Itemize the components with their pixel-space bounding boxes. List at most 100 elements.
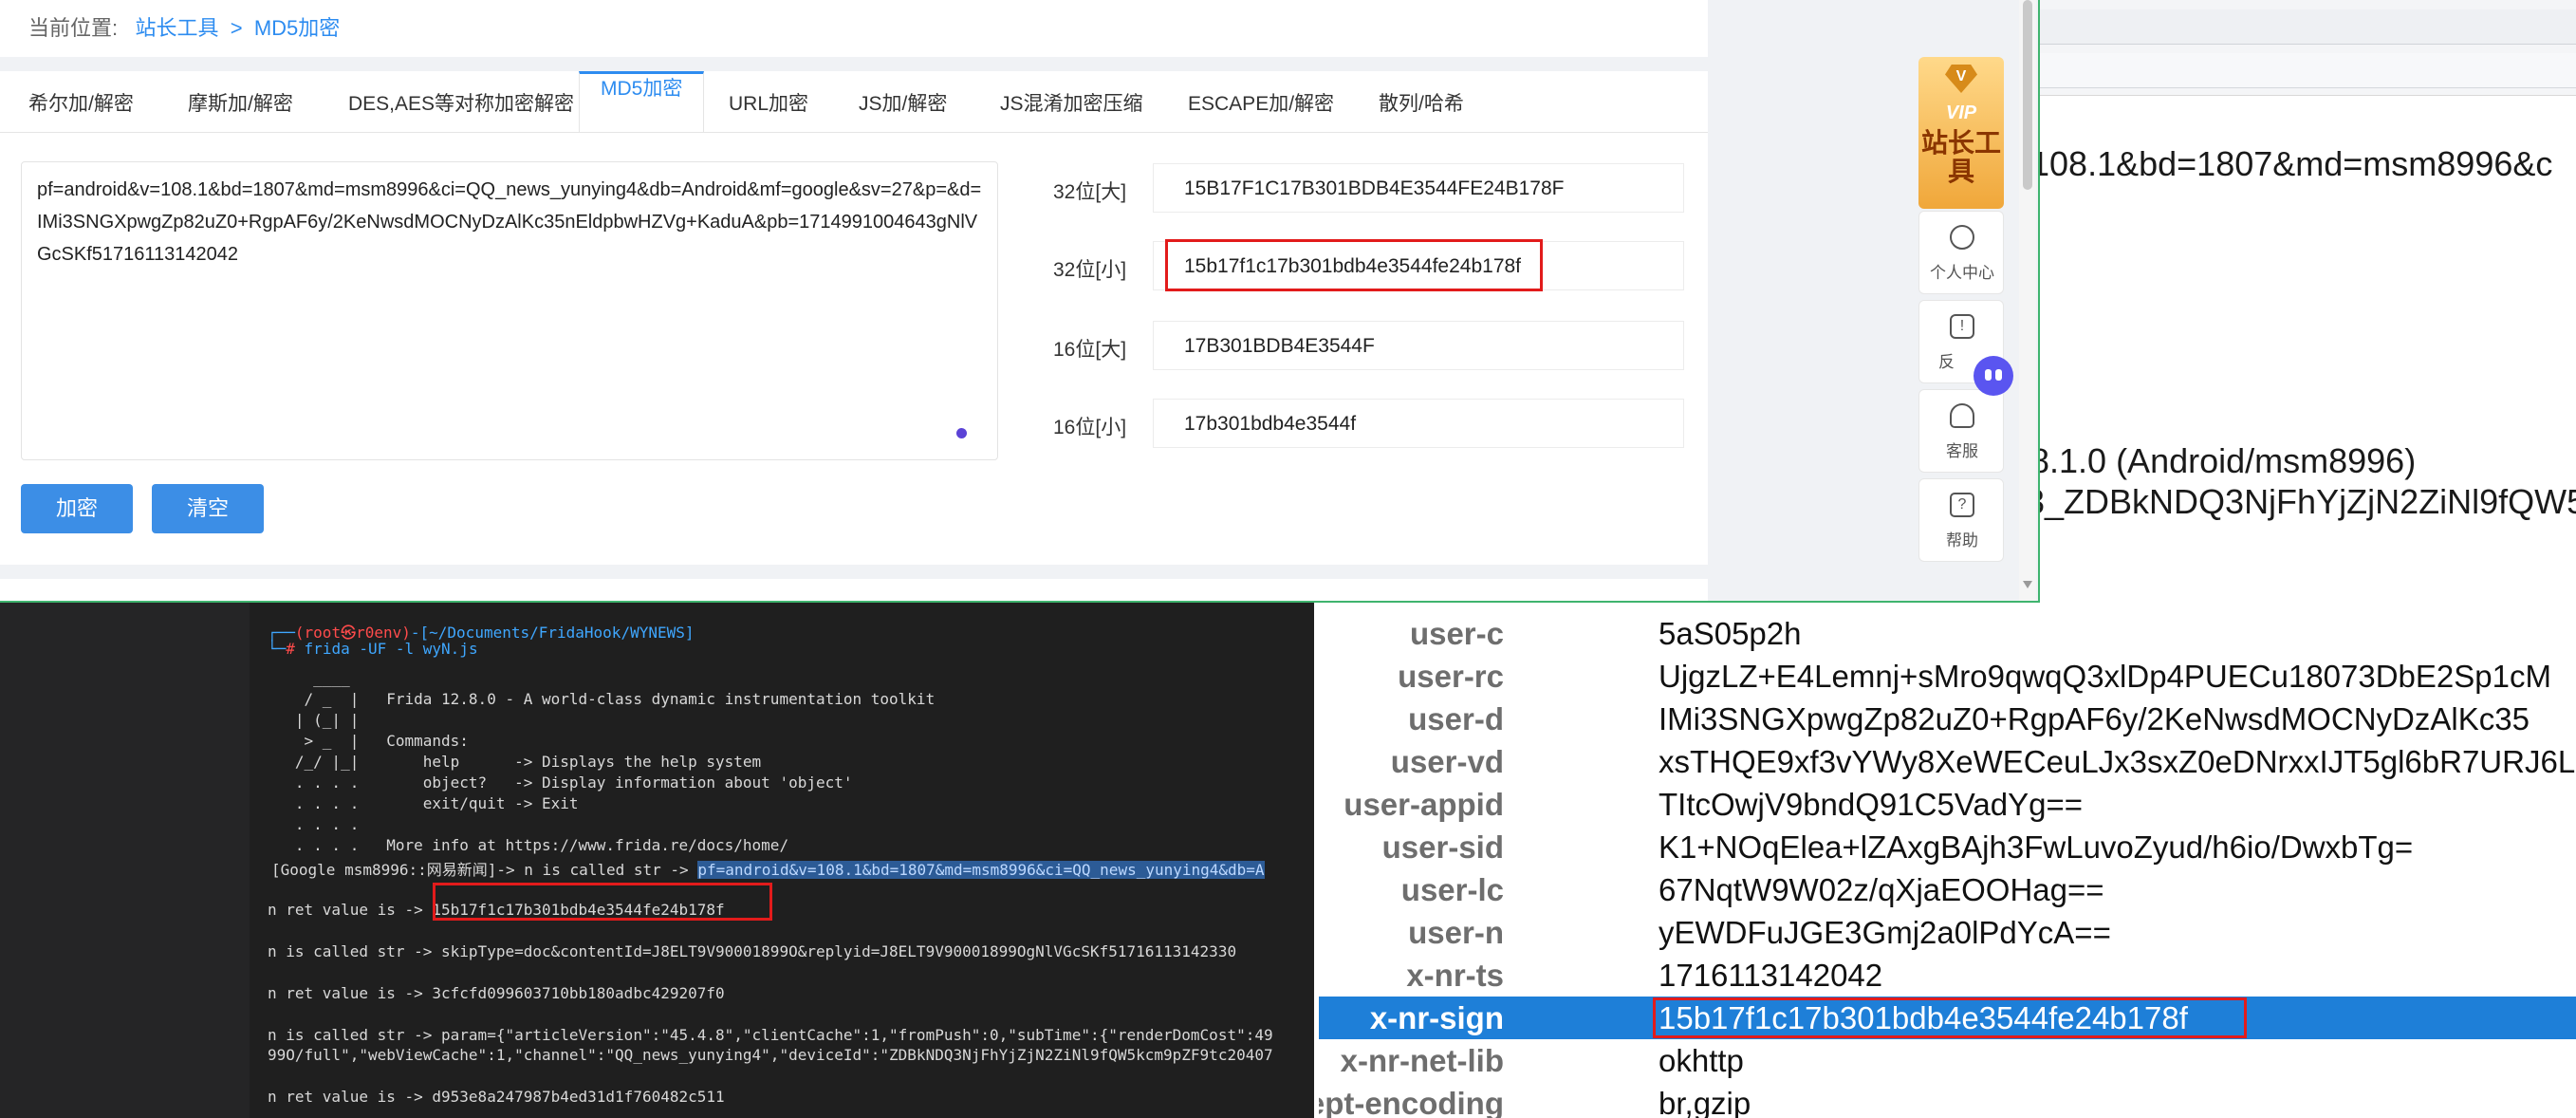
header-row[interactable]: user-c 5aS05p2h xyxy=(1319,612,2576,655)
tab-js[interactable]: JS加/解密 xyxy=(859,71,947,132)
header-value: K1+NOqElea+lZAxgBAjh3FwLuvoZyud/h6io/Dwx… xyxy=(1659,829,2414,865)
terminal-call-line: [Google msm8996::网易新闻]-> n is called str… xyxy=(271,861,1265,879)
header-key: x-nr-sign xyxy=(1369,1000,1504,1035)
sidebar-label: 客服 xyxy=(1946,442,1978,460)
breadcrumb-current[interactable]: MD5加密 xyxy=(254,16,340,40)
header-row[interactable]: user-lc 67NqtW9W02z/qXjaEOOHag== xyxy=(1319,868,2576,911)
terminal-banner-line: | (_| | xyxy=(268,711,360,729)
vip-label: VIP xyxy=(1945,102,1977,123)
header-row[interactable]: user-sid K1+NOqElea+lZAxgBAjh3FwLuvoZyud/… xyxy=(1319,826,2576,868)
breadcrumb: 当前位置: 站长工具 > MD5加密 xyxy=(0,0,1708,57)
header-row[interactable]: user-appid TItcOwjV9bndQ91C5VadYg== xyxy=(1319,783,2576,826)
tab-js-obfuscate[interactable]: JS混淆加密压缩 xyxy=(1000,71,1143,132)
terminal-banner-line: . . . . xyxy=(268,815,360,833)
header-key: user-sid xyxy=(1381,829,1504,865)
user-icon xyxy=(1950,225,1974,250)
result-16-upper[interactable]: 17B301BDB4E3544F xyxy=(1153,321,1684,370)
tab-des-aes[interactable]: DES,AES等对称加密解密 xyxy=(348,71,574,132)
header-value: 1716113142042 xyxy=(1659,958,1883,993)
terminal-ret-line: n ret value is -> 3cfcfd099603710bb180ad… xyxy=(268,984,725,1002)
breadcrumb-link[interactable]: 站长工具 xyxy=(135,16,218,40)
header-row[interactable]: accept-encoding br,gzip xyxy=(1319,1082,2576,1118)
terminal-banner-line: /_/ |_| help -> Displays the help system xyxy=(268,753,762,771)
vip-title: 站长工具 xyxy=(1920,128,2001,186)
result-label: 32位[大] xyxy=(1053,181,1127,203)
plaintext-value: pf=android&v=108.1&bd=1807&md=msm8996&ci… xyxy=(37,179,982,265)
header-row[interactable]: user-vd xsTHQE9xf3vYWy8XeWECeuLJx3sxZ0eDN… xyxy=(1319,740,2576,783)
header-key: accept-encoding xyxy=(1319,1086,1504,1118)
tab-url[interactable]: URL加密 xyxy=(729,71,808,132)
breadcrumb-prefix: 当前位置: xyxy=(28,16,119,40)
header-key: user-vd xyxy=(1390,744,1504,779)
result-16-lower[interactable]: 17b301bdb4e3544f xyxy=(1153,399,1684,448)
terminal-banner-line: . . . . More info at https://www.frida.r… xyxy=(268,836,789,854)
header-value: 5aS05p2h xyxy=(1659,616,1802,651)
header-key: x-nr-ts xyxy=(1406,958,1504,993)
highlight-box xyxy=(433,883,772,921)
terminal-banner-line: / _ | Frida 12.8.0 - A world-class dynam… xyxy=(268,690,936,708)
browser-scrollbar[interactable] xyxy=(2019,0,2036,601)
result-label: 16位[大] xyxy=(1053,339,1127,361)
header-key: x-nr-net-lib xyxy=(1340,1043,1504,1078)
help-icon: ? xyxy=(1950,493,1974,517)
header-key: user-d xyxy=(1408,701,1504,736)
terminal-banner-line: ____ xyxy=(268,669,350,687)
header-key: user-rc xyxy=(1398,659,1504,694)
terminal-call-line: n is called str -> param={"articleVersio… xyxy=(268,1026,1273,1044)
user-center-button[interactable]: 个人中心 xyxy=(1918,211,2004,294)
encrypt-button[interactable]: 加密 xyxy=(21,484,133,533)
header-value-partial: 108.1&bd=1807&md=msm8996&c xyxy=(2030,144,2553,183)
terminal-call-line: n is called str -> skipType=doc&contentI… xyxy=(268,942,1237,960)
sidebar-label: 个人中心 xyxy=(1930,264,1994,282)
terminal-banner-line: . . . . exit/quit -> Exit xyxy=(268,794,579,812)
tab-morse[interactable]: 摩斯加/解密 xyxy=(188,71,293,132)
header-value: okhttp xyxy=(1659,1043,1744,1078)
header-row[interactable]: user-rc UjgzLZ+E4Lemnj+sMro9qwqQ3xlDp4PUE… xyxy=(1319,655,2576,698)
tool-tabs: 希尔加/解密 摩斯加/解密 DES,AES等对称加密解密 MD5加密 URL加密… xyxy=(0,71,1708,133)
header-row[interactable]: user-n yEWDFuJGE3Gmj2a0lPdYcA== xyxy=(1319,911,2576,954)
terminal-call-line: 99O/full","webViewCache":1,"channel":"QQ… xyxy=(268,1046,1273,1064)
vip-badge[interactable]: V VIP 站长工具 xyxy=(1918,57,2004,209)
feedback-icon: ! xyxy=(1950,314,1974,339)
highlight-box xyxy=(1653,997,2247,1038)
terminal-banner-line: > _ | Commands: xyxy=(268,732,469,750)
terminal-sidebar xyxy=(0,603,250,1118)
vip-gem-icon: V xyxy=(1945,65,1977,93)
plaintext-input[interactable]: pf=android&v=108.1&bd=1807&md=msm8996&ci… xyxy=(21,161,998,460)
header-value: 67NqtW9W02z/qXjaEOOHag== xyxy=(1659,872,2104,907)
sidebar-label: 帮助 xyxy=(1946,531,1978,550)
terminal-window[interactable]: ┌──(root㉿r0env)-[~/Documents/FridaHook/W… xyxy=(0,603,1314,1118)
customer-service-button[interactable]: 客服 xyxy=(1918,389,2004,473)
highlight-box xyxy=(1165,239,1543,291)
header-row[interactable]: user-d IMi3SNGXpwgZp82uZ0+RgpAF6y/2KeNwsd… xyxy=(1319,698,2576,740)
header-key: user-n xyxy=(1408,915,1504,950)
header-row-selected[interactable]: x-nr-sign 15b17f1c17b301bdb4e3544fe24b17… xyxy=(1319,997,2576,1039)
chat-bot-icon[interactable] xyxy=(1974,356,2013,396)
header-value: TItcOwjV9bndQ91C5VadYg== xyxy=(1659,787,2083,822)
scroll-down-arrow-icon[interactable] xyxy=(2023,581,2032,588)
header-value: IMi3SNGXpwgZp82uZ0+RgpAF6y/2KeNwsdMOCNyD… xyxy=(1659,701,2530,736)
terminal-ret-line: n ret value is -> d953e8a247987b4ed31d1f… xyxy=(268,1088,725,1106)
header-value: xsTHQE9xf3vYWy8XeWECeuLJx3sxZ0eDNrxxIJT5… xyxy=(1659,744,2576,779)
header-value: yEWDFuJGE3Gmj2a0lPdYcA== xyxy=(1659,915,2111,950)
header-value: br,gzip xyxy=(1659,1086,1751,1118)
tab-hill[interactable]: 希尔加/解密 xyxy=(28,71,134,132)
header-value-partial: 3_ZDBkNDQ3NjFhYjZjN2ZiNl9fQW5k xyxy=(2026,482,2576,521)
tab-escape[interactable]: ESCAPE加/解密 xyxy=(1188,71,1334,132)
terminal-command: └─# frida -UF -l wyN.js xyxy=(268,640,478,658)
header-key: user-lc xyxy=(1400,872,1504,907)
help-button[interactable]: ? 帮助 xyxy=(1918,478,2004,562)
tab-hash[interactable]: 散列/哈希 xyxy=(1379,71,1464,132)
scrollbar-thumb[interactable] xyxy=(2023,0,2032,190)
clear-button[interactable]: 清空 xyxy=(152,484,264,533)
header-key: user-c xyxy=(1409,616,1504,651)
browser-window: 当前位置: 站长工具 > MD5加密 希尔加/解密 摩斯加/解密 DES,AES… xyxy=(0,0,2040,603)
header-row[interactable]: x-nr-net-lib okhttp xyxy=(1319,1039,2576,1082)
tab-md5[interactable]: MD5加密 xyxy=(579,71,705,132)
header-row[interactable]: x-nr-ts 1716113142042 xyxy=(1319,954,2576,997)
terminal-banner-line: . . . . object? -> Display information a… xyxy=(268,773,853,792)
result-label: 16位[小] xyxy=(1053,417,1127,438)
md5-tool-panel: pf=android&v=108.1&bd=1807&md=msm8996&ci… xyxy=(0,133,1708,565)
header-value-partial: 8.1.0 (Android/msm8996) xyxy=(2030,441,2417,480)
result-32-upper[interactable]: 15B17F1C17B301BDB4E3544FE24B178F xyxy=(1153,163,1684,213)
